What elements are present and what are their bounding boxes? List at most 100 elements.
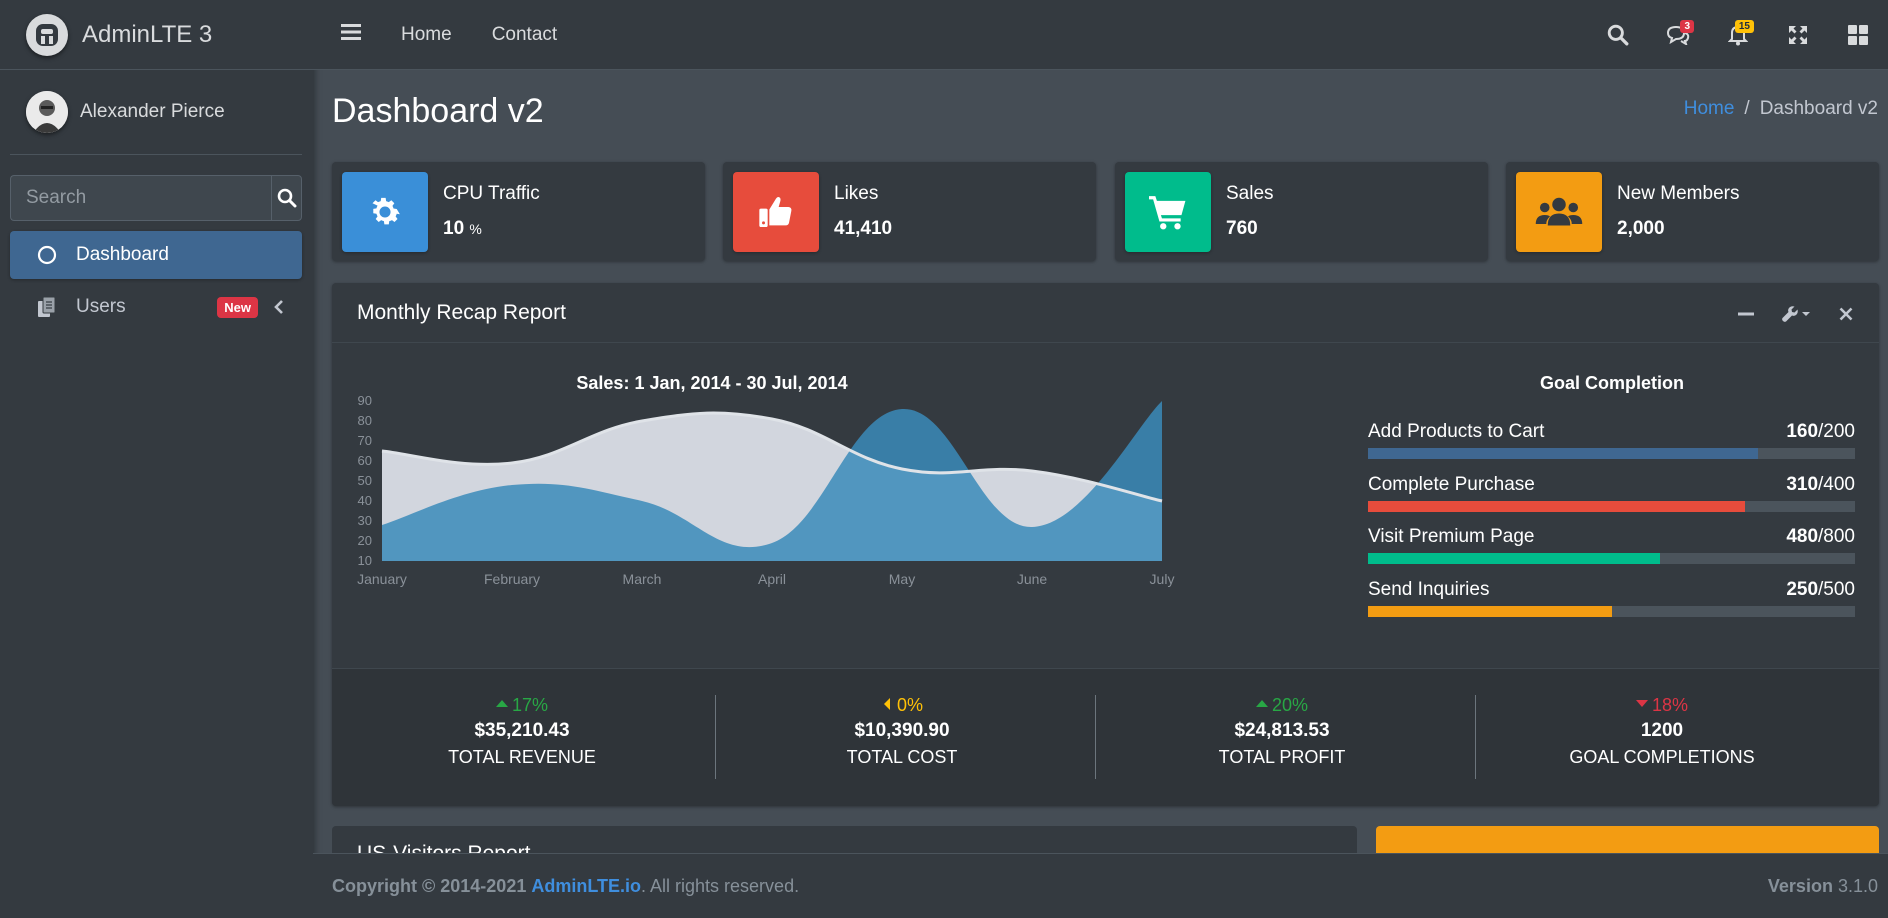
- y-tick-label: 40: [358, 493, 372, 508]
- info-box-likes: Likes 41,410: [723, 162, 1096, 261]
- info-box-label: Sales: [1226, 183, 1274, 204]
- fullscreen-button[interactable]: [1768, 0, 1828, 70]
- info-box-new-members: New Members 2,000: [1506, 162, 1879, 261]
- notifications-badge: 15: [1734, 20, 1754, 33]
- th-large-icon: [1848, 25, 1868, 45]
- stat-total-profit: 20% $24,813.53 TOTAL PROFIT: [1092, 695, 1472, 768]
- info-box-number: 760: [1226, 218, 1258, 239]
- caret-down-icon: [1635, 695, 1648, 716]
- top-navbar: Home Contact 3 15: [313, 0, 1888, 70]
- y-tick-label: 80: [358, 413, 372, 428]
- stat-percentage: 0%: [712, 695, 1092, 716]
- main-footer: Copyright © 2014-2021 AdminLTE.io. All r…: [313, 853, 1888, 918]
- collapse-button[interactable]: [1721, 298, 1771, 330]
- caret-up-icon: [495, 695, 508, 716]
- user-name[interactable]: Alexander Pierce: [80, 101, 225, 123]
- notifications-button[interactable]: 15: [1708, 0, 1768, 70]
- sidebar-search: [10, 175, 302, 221]
- goal-complete-purchase: Complete Purchase 310/400: [1368, 474, 1855, 512]
- goal-progress-bar: [1368, 448, 1855, 459]
- stat-label: TOTAL REVENUE: [448, 747, 596, 767]
- adminlte-link[interactable]: AdminLTE.io: [531, 876, 641, 897]
- goal-label: Add Products to Cart: [1368, 421, 1545, 442]
- card-header: Monthly Recap Report: [332, 283, 1879, 343]
- goal-progress-fill: [1368, 501, 1746, 512]
- copyright-text: Copyright © 2014-2021: [332, 875, 527, 896]
- breadcrumb-home-link[interactable]: Home: [1684, 98, 1735, 120]
- y-tick-label: 70: [358, 433, 372, 448]
- search-icon: [277, 188, 296, 208]
- circle-icon: [36, 244, 58, 266]
- y-tick-label: 60: [358, 453, 372, 468]
- messages-button[interactable]: 3: [1648, 0, 1708, 70]
- stat-label: TOTAL COST: [846, 747, 958, 767]
- caret-left-icon: [881, 695, 893, 716]
- nav-link-contact[interactable]: Contact: [492, 24, 557, 46]
- sidebar-item-users[interactable]: Users New: [10, 283, 302, 331]
- x-tick-label: March: [623, 571, 662, 587]
- new-badge: New: [217, 297, 258, 318]
- info-box-number: 10 %: [443, 218, 482, 239]
- wrench-icon: [1782, 306, 1810, 322]
- chevron-left-icon[interactable]: [274, 299, 284, 321]
- stat-total-cost: 0% $10,390.90 TOTAL COST: [712, 695, 1092, 768]
- version-info: Version 3.1.0: [1767, 876, 1878, 896]
- messages-badge: 3: [1680, 20, 1694, 33]
- y-tick-label: 20: [358, 533, 372, 548]
- search-input[interactable]: [10, 175, 271, 221]
- stat-label: TOTAL PROFIT: [1218, 747, 1346, 767]
- stat-percentage: 17%: [332, 695, 712, 716]
- stat-value: 1200: [1640, 720, 1684, 741]
- y-tick-label: 10: [358, 553, 372, 568]
- stat-total-revenue: 17% $35,210.43 TOTAL REVENUE: [332, 695, 712, 768]
- navbar-right: 3 15: [1588, 0, 1888, 70]
- brand-link[interactable]: AdminLTE 3: [0, 0, 313, 70]
- minus-icon: [1738, 312, 1754, 316]
- y-tick-label: 50: [358, 473, 372, 488]
- menu-toggle-icon[interactable]: [341, 23, 361, 46]
- goal-add-products: Add Products to Cart 160/200: [1368, 421, 1855, 459]
- goal-value: 310/400: [1786, 474, 1855, 495]
- expand-arrows-icon: [1789, 26, 1807, 44]
- search-button[interactable]: [271, 175, 302, 221]
- breadcrumb: Home / Dashboard v2: [1684, 98, 1878, 120]
- stat-value: $24,813.53: [1234, 720, 1330, 741]
- main-sidebar: AdminLTE 3 Alexander Pierce Dashboard Us…: [0, 0, 313, 918]
- info-box-number: 41,410: [834, 218, 893, 239]
- info-box-sales: Sales 760: [1115, 162, 1488, 261]
- remove-button[interactable]: [1821, 298, 1871, 330]
- sidebar-item-dashboard[interactable]: Dashboard: [10, 231, 302, 279]
- rights-text: . All rights reserved.: [641, 875, 800, 896]
- page-title: Dashboard v2: [332, 92, 544, 130]
- sidebar-item-label: Users: [76, 296, 126, 317]
- stat-percentage: 20%: [1092, 695, 1472, 716]
- card-title: Monthly Recap Report: [357, 300, 566, 324]
- navbar-search-button[interactable]: [1588, 0, 1648, 70]
- card-tools: [1721, 298, 1871, 330]
- goal-visit-premium: Visit Premium Page 480/800: [1368, 526, 1855, 564]
- thumbs-up-icon: [733, 171, 819, 252]
- x-tick-label: July: [1150, 571, 1175, 587]
- goal-progress-bar: [1368, 606, 1855, 617]
- brand-text: AdminLTE 3: [82, 20, 213, 48]
- goal-value: 250/500: [1786, 579, 1855, 600]
- goal-send-inquiries: Send Inquiries 250/500: [1368, 579, 1855, 617]
- y-tick-label: 90: [358, 393, 372, 408]
- search-icon: [1607, 24, 1629, 46]
- user-panel[interactable]: Alexander Pierce: [10, 70, 302, 155]
- x-tick-label: February: [484, 571, 540, 587]
- tools-dropdown-button[interactable]: [1771, 298, 1821, 330]
- goal-progress-fill: [1368, 448, 1758, 459]
- nav-link-home[interactable]: Home: [401, 24, 452, 46]
- cart-icon: [1125, 171, 1211, 252]
- info-box-number: 2,000: [1617, 218, 1665, 239]
- goal-progress-fill: [1368, 553, 1661, 564]
- avatar: [26, 91, 68, 133]
- x-tick-label: April: [758, 571, 786, 587]
- stat-goal-completions: 18% 1200 GOAL COMPLETIONS: [1472, 695, 1852, 768]
- goal-progress-fill: [1368, 606, 1612, 617]
- control-sidebar-button[interactable]: [1828, 0, 1888, 70]
- goal-label: Visit Premium Page: [1368, 526, 1535, 547]
- goal-label: Complete Purchase: [1368, 474, 1535, 495]
- users-icon: [1516, 171, 1602, 252]
